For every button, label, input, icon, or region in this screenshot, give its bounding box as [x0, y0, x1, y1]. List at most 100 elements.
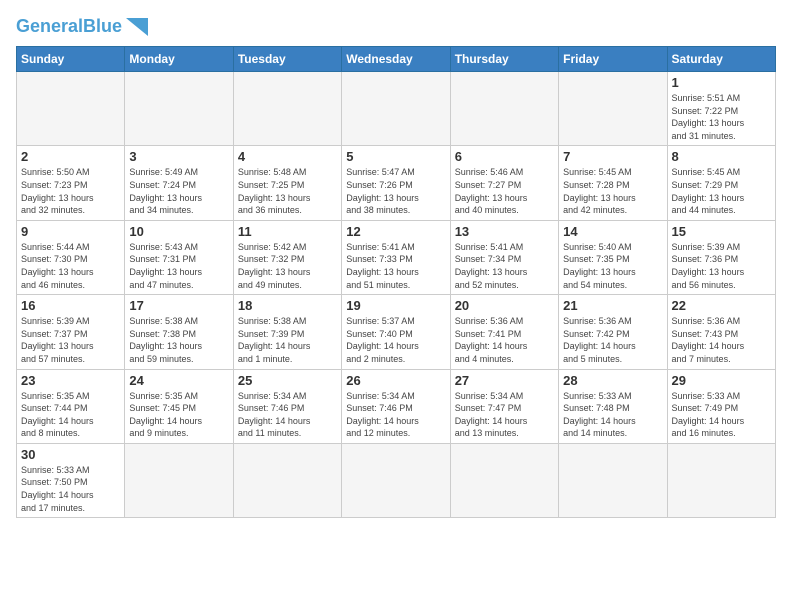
calendar-cell: 1 Sunrise: 5:51 AM Sunset: 7:22 PM Daylig…	[667, 72, 775, 146]
calendar-cell: 8 Sunrise: 5:45 AM Sunset: 7:29 PM Daylig…	[667, 146, 775, 220]
calendar: SundayMondayTuesdayWednesdayThursdayFrid…	[16, 46, 776, 518]
logo-general: General	[16, 16, 83, 36]
logo: GeneralBlue	[16, 16, 148, 36]
day-info: Sunrise: 5:33 AM Sunset: 7:48 PM Dayligh…	[563, 390, 662, 440]
day-number: 22	[672, 298, 771, 313]
logo-text: GeneralBlue	[16, 17, 122, 35]
day-info: Sunrise: 5:33 AM Sunset: 7:50 PM Dayligh…	[21, 464, 120, 514]
day-info: Sunrise: 5:39 AM Sunset: 7:36 PM Dayligh…	[672, 241, 771, 291]
weekday-header-wednesday: Wednesday	[342, 47, 450, 72]
calendar-cell: 30 Sunrise: 5:33 AM Sunset: 7:50 PM Dayli…	[17, 443, 125, 517]
day-number: 1	[672, 75, 771, 90]
calendar-cell: 14Sunrise: 5:40 AM Sunset: 7:35 PM Dayli…	[559, 220, 667, 294]
day-info: Sunrise: 5:41 AM Sunset: 7:34 PM Dayligh…	[455, 241, 554, 291]
calendar-cell: 18Sunrise: 5:38 AM Sunset: 7:39 PM Dayli…	[233, 295, 341, 369]
day-info: Sunrise: 5:35 AM Sunset: 7:45 PM Dayligh…	[129, 390, 228, 440]
day-number: 30	[21, 447, 120, 462]
day-info: Sunrise: 5:48 AM Sunset: 7:25 PM Dayligh…	[238, 166, 337, 216]
day-info: Sunrise: 5:36 AM Sunset: 7:43 PM Dayligh…	[672, 315, 771, 365]
day-info: Sunrise: 5:36 AM Sunset: 7:42 PM Dayligh…	[563, 315, 662, 365]
day-number: 5	[346, 149, 445, 164]
calendar-cell	[450, 443, 558, 517]
day-info: Sunrise: 5:42 AM Sunset: 7:32 PM Dayligh…	[238, 241, 337, 291]
weekday-row: SundayMondayTuesdayWednesdayThursdayFrid…	[17, 47, 776, 72]
calendar-cell: 11Sunrise: 5:42 AM Sunset: 7:32 PM Dayli…	[233, 220, 341, 294]
calendar-cell	[125, 443, 233, 517]
calendar-cell	[559, 72, 667, 146]
calendar-week-2: 2 Sunrise: 5:50 AM Sunset: 7:23 PM Daylig…	[17, 146, 776, 220]
day-info: Sunrise: 5:46 AM Sunset: 7:27 PM Dayligh…	[455, 166, 554, 216]
calendar-cell: 17 Sunrise: 5:38 AM Sunset: 7:38 PM Dayli…	[125, 295, 233, 369]
day-info: Sunrise: 5:34 AM Sunset: 7:46 PM Dayligh…	[346, 390, 445, 440]
calendar-cell: 6 Sunrise: 5:46 AM Sunset: 7:27 PM Daylig…	[450, 146, 558, 220]
calendar-cell: 2 Sunrise: 5:50 AM Sunset: 7:23 PM Daylig…	[17, 146, 125, 220]
day-number: 12	[346, 224, 445, 239]
calendar-cell: 25 Sunrise: 5:34 AM Sunset: 7:46 PM Dayli…	[233, 369, 341, 443]
calendar-cell: 16 Sunrise: 5:39 AM Sunset: 7:37 PM Dayli…	[17, 295, 125, 369]
calendar-cell: 19 Sunrise: 5:37 AM Sunset: 7:40 PM Dayli…	[342, 295, 450, 369]
day-number: 2	[21, 149, 120, 164]
day-number: 3	[129, 149, 228, 164]
calendar-cell	[17, 72, 125, 146]
calendar-cell: 13Sunrise: 5:41 AM Sunset: 7:34 PM Dayli…	[450, 220, 558, 294]
day-info: Sunrise: 5:51 AM Sunset: 7:22 PM Dayligh…	[672, 92, 771, 142]
calendar-cell: 29 Sunrise: 5:33 AM Sunset: 7:49 PM Dayli…	[667, 369, 775, 443]
calendar-week-5: 23Sunrise: 5:35 AM Sunset: 7:44 PM Dayli…	[17, 369, 776, 443]
header: GeneralBlue	[16, 16, 776, 36]
day-number: 15	[672, 224, 771, 239]
day-number: 17	[129, 298, 228, 313]
calendar-cell	[125, 72, 233, 146]
day-number: 28	[563, 373, 662, 388]
calendar-cell: 5Sunrise: 5:47 AM Sunset: 7:26 PM Daylig…	[342, 146, 450, 220]
day-number: 19	[346, 298, 445, 313]
page: GeneralBlue SundayMondayTuesdayWednesday…	[0, 0, 792, 612]
day-number: 7	[563, 149, 662, 164]
day-info: Sunrise: 5:41 AM Sunset: 7:33 PM Dayligh…	[346, 241, 445, 291]
logo-blue: Blue	[83, 16, 122, 36]
day-number: 16	[21, 298, 120, 313]
weekday-header-thursday: Thursday	[450, 47, 558, 72]
calendar-cell: 28 Sunrise: 5:33 AM Sunset: 7:48 PM Dayli…	[559, 369, 667, 443]
weekday-header-tuesday: Tuesday	[233, 47, 341, 72]
day-number: 26	[346, 373, 445, 388]
calendar-cell: 7 Sunrise: 5:45 AM Sunset: 7:28 PM Daylig…	[559, 146, 667, 220]
day-number: 18	[238, 298, 337, 313]
day-info: Sunrise: 5:38 AM Sunset: 7:38 PM Dayligh…	[129, 315, 228, 365]
calendar-cell: 23Sunrise: 5:35 AM Sunset: 7:44 PM Dayli…	[17, 369, 125, 443]
calendar-cell: 26 Sunrise: 5:34 AM Sunset: 7:46 PM Dayli…	[342, 369, 450, 443]
day-number: 8	[672, 149, 771, 164]
day-number: 27	[455, 373, 554, 388]
calendar-week-4: 16 Sunrise: 5:39 AM Sunset: 7:37 PM Dayli…	[17, 295, 776, 369]
calendar-cell	[450, 72, 558, 146]
day-info: Sunrise: 5:34 AM Sunset: 7:47 PM Dayligh…	[455, 390, 554, 440]
weekday-header-saturday: Saturday	[667, 47, 775, 72]
calendar-body: 1 Sunrise: 5:51 AM Sunset: 7:22 PM Daylig…	[17, 72, 776, 518]
calendar-cell: 15 Sunrise: 5:39 AM Sunset: 7:36 PM Dayli…	[667, 220, 775, 294]
day-info: Sunrise: 5:45 AM Sunset: 7:29 PM Dayligh…	[672, 166, 771, 216]
day-number: 6	[455, 149, 554, 164]
logo-icon	[126, 18, 148, 36]
day-info: Sunrise: 5:45 AM Sunset: 7:28 PM Dayligh…	[563, 166, 662, 216]
day-number: 29	[672, 373, 771, 388]
day-info: Sunrise: 5:33 AM Sunset: 7:49 PM Dayligh…	[672, 390, 771, 440]
day-number: 25	[238, 373, 337, 388]
calendar-cell	[342, 72, 450, 146]
calendar-cell	[559, 443, 667, 517]
day-number: 24	[129, 373, 228, 388]
day-info: Sunrise: 5:49 AM Sunset: 7:24 PM Dayligh…	[129, 166, 228, 216]
day-number: 20	[455, 298, 554, 313]
day-number: 10	[129, 224, 228, 239]
day-info: Sunrise: 5:50 AM Sunset: 7:23 PM Dayligh…	[21, 166, 120, 216]
day-number: 9	[21, 224, 120, 239]
calendar-week-1: 1 Sunrise: 5:51 AM Sunset: 7:22 PM Daylig…	[17, 72, 776, 146]
calendar-cell: 20Sunrise: 5:36 AM Sunset: 7:41 PM Dayli…	[450, 295, 558, 369]
day-info: Sunrise: 5:34 AM Sunset: 7:46 PM Dayligh…	[238, 390, 337, 440]
weekday-header-monday: Monday	[125, 47, 233, 72]
calendar-cell: 9Sunrise: 5:44 AM Sunset: 7:30 PM Daylig…	[17, 220, 125, 294]
day-info: Sunrise: 5:43 AM Sunset: 7:31 PM Dayligh…	[129, 241, 228, 291]
calendar-cell	[233, 72, 341, 146]
day-info: Sunrise: 5:39 AM Sunset: 7:37 PM Dayligh…	[21, 315, 120, 365]
calendar-header: SundayMondayTuesdayWednesdayThursdayFrid…	[17, 47, 776, 72]
weekday-header-friday: Friday	[559, 47, 667, 72]
day-info: Sunrise: 5:37 AM Sunset: 7:40 PM Dayligh…	[346, 315, 445, 365]
